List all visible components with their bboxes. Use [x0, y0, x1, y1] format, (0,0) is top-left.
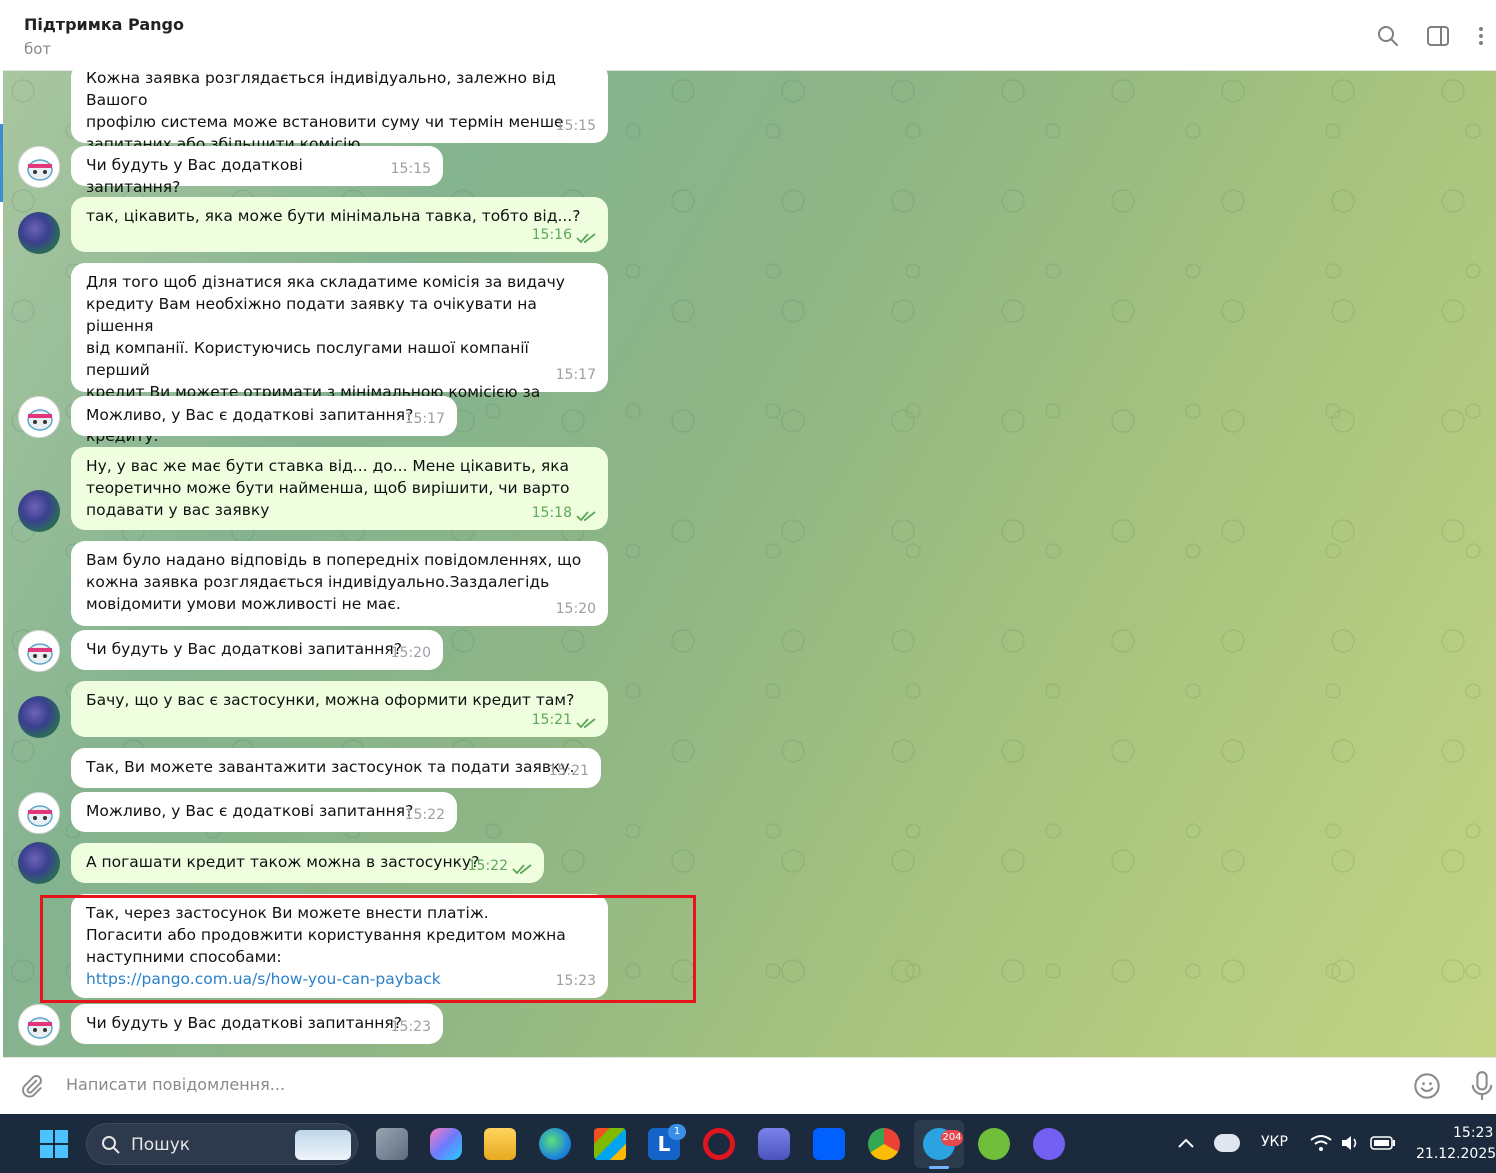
- task-view-icon[interactable]: [376, 1128, 408, 1160]
- teams-icon[interactable]: [758, 1128, 790, 1160]
- message-text: Так, Ви можете завантажити застосунок та…: [86, 758, 575, 776]
- message-bubble-outgoing[interactable]: Ну, у вас же має бути ставка від... до..…: [71, 447, 608, 530]
- user-avatar[interactable]: [18, 696, 60, 738]
- message-text: Бачу, що у вас є застосунки, можна оформ…: [86, 691, 575, 709]
- message-input[interactable]: Написати повідомлення...: [66, 1075, 285, 1094]
- opera-browser-icon[interactable]: [703, 1128, 735, 1160]
- message-text: Вам було надано відповідь в попередніх п…: [86, 551, 582, 613]
- message-time: 15:17: [404, 411, 445, 427]
- message-text: А погашати кредит також можна в застосун…: [86, 853, 480, 871]
- windows-start-icon[interactable]: [38, 1128, 70, 1160]
- message-bubble[interactable]: Так, Ви можете завантажити застосунок та…: [71, 748, 601, 788]
- utorrent-icon[interactable]: [978, 1128, 1010, 1160]
- message-text: Чи будуть у Вас додаткові запитання?: [86, 1014, 402, 1032]
- message-bubble-outgoing[interactable]: А погашати кредит також можна в застосун…: [71, 843, 544, 883]
- user-avatar[interactable]: [18, 490, 60, 532]
- message-time: 15:20: [555, 601, 596, 617]
- read-checkmarks-icon: [512, 864, 532, 875]
- clock-date[interactable]: 21.12.2025: [1416, 1146, 1496, 1162]
- taskbar-search-label: Пошук: [131, 1135, 191, 1155]
- attach-icon[interactable]: [19, 1073, 45, 1099]
- message-time: 15:23: [555, 973, 596, 989]
- user-avatar[interactable]: [18, 212, 60, 254]
- bot-avatar[interactable]: [18, 146, 60, 188]
- chat-list-selection-indicator: [0, 124, 3, 202]
- search-icon: [102, 1136, 120, 1154]
- message-bubble[interactable]: Чи будуть у Вас додаткові запитання? 15:…: [71, 146, 443, 196]
- emoji-icon[interactable]: [1413, 1072, 1441, 1100]
- message-bubble-outgoing[interactable]: Бачу, що у вас є застосунки, можна оформ…: [71, 681, 608, 737]
- sidebar-toggle-icon[interactable]: [1426, 24, 1450, 48]
- message-time: 15:15: [390, 161, 431, 177]
- microsoft-store-icon[interactable]: [594, 1128, 626, 1160]
- message-bubble[interactable]: Так, через застосунок Ви можете внести п…: [71, 894, 608, 998]
- message-text: Можливо, у Вас є додаткові запитання?: [86, 406, 414, 424]
- message-time: 15:21: [548, 763, 589, 779]
- bot-avatar[interactable]: [18, 1004, 60, 1046]
- message-bubble[interactable]: Вам було надано відповідь в попередніх п…: [71, 541, 608, 626]
- message-text: так, цікавить, яка може бути мінімальна …: [86, 207, 581, 225]
- bot-avatar[interactable]: [18, 630, 60, 672]
- message-time: 15:22: [404, 807, 445, 823]
- bot-avatar[interactable]: [18, 792, 60, 834]
- message-bubble[interactable]: Чи будуть у Вас додаткові запитання? 15:…: [71, 1004, 443, 1044]
- message-bubble[interactable]: Можливо, у Вас є додаткові запитання? 15…: [71, 792, 457, 832]
- message-text: Ну, у вас же має бути ставка від... до..…: [86, 457, 570, 519]
- message-time: 15:21: [531, 712, 572, 728]
- read-checkmarks-icon: [576, 233, 596, 244]
- chevron-up-icon[interactable]: [1177, 1136, 1195, 1150]
- wifi-icon[interactable]: [1310, 1134, 1332, 1152]
- message-text: Кожна заявка розглядається індивідуально…: [86, 69, 564, 153]
- more-vertical-icon[interactable]: [1469, 24, 1493, 48]
- app-l-badge: 1: [668, 1124, 686, 1140]
- windows-taskbar: Пошук L 1 204 УКР 15:23 21.12.2025: [0, 1114, 1496, 1173]
- message-time: 15:15: [555, 118, 596, 134]
- message-bubble[interactable]: Можливо, у Вас є додаткові запитання? 15…: [71, 396, 457, 436]
- message-composer: Написати повідомлення...: [3, 1057, 1496, 1114]
- user-avatar[interactable]: [18, 842, 60, 884]
- chat-subtitle: бот: [24, 40, 52, 58]
- keyboard-language[interactable]: УКР: [1261, 1134, 1288, 1150]
- dropbox-icon[interactable]: [813, 1128, 845, 1160]
- message-text: Чи будуть у Вас додаткові запитання?: [86, 156, 308, 196]
- message-time: 15:23: [390, 1019, 431, 1035]
- message-bubble[interactable]: Чи будуть у Вас додаткові запитання? 15:…: [71, 630, 443, 670]
- viber-icon[interactable]: [1033, 1128, 1065, 1160]
- message-text: Так, через застосунок Ви можете внести п…: [86, 904, 566, 966]
- clock-time[interactable]: 15:23: [1453, 1125, 1493, 1141]
- search-icon[interactable]: [1376, 24, 1400, 48]
- file-explorer-icon[interactable]: [484, 1128, 516, 1160]
- message-text: Можливо, у Вас є додаткові запитання?: [86, 802, 414, 820]
- edge-browser-icon[interactable]: [539, 1128, 571, 1160]
- taskbar-search[interactable]: Пошук: [86, 1123, 358, 1165]
- chrome-browser-icon[interactable]: [868, 1128, 900, 1160]
- read-checkmarks-icon: [576, 718, 596, 729]
- chat-title[interactable]: Підтримка Pango: [24, 15, 184, 34]
- active-app-indicator: [929, 1166, 949, 1169]
- message-time: 15:22: [467, 858, 508, 874]
- message-text: Чи будуть у Вас додаткові запитання?: [86, 640, 402, 658]
- battery-icon[interactable]: [1370, 1136, 1396, 1150]
- message-time: 15:18: [531, 505, 572, 521]
- volume-icon[interactable]: [1340, 1134, 1360, 1152]
- message-link[interactable]: https://pango.com.ua/s/how-you-can-payba…: [86, 968, 594, 990]
- bot-avatar[interactable]: [18, 396, 60, 438]
- message-bubble[interactable]: Для того щоб дізнатися яка складатиме ко…: [71, 263, 608, 445]
- message-time: 15:17: [555, 367, 596, 383]
- message-time: 15:20: [390, 645, 431, 661]
- message-bubble[interactable]: Кожна заявка розглядається індивідуально…: [71, 63, 608, 153]
- telegram-unread-badge: 204: [941, 1130, 963, 1146]
- message-time: 15:16: [531, 227, 572, 243]
- onedrive-icon[interactable]: [1214, 1134, 1240, 1152]
- chat-header: Підтримка Pango бот: [3, 0, 1496, 71]
- message-bubble-outgoing[interactable]: так, цікавить, яка може бути мінімальна …: [71, 197, 608, 252]
- read-checkmarks-icon: [576, 511, 596, 522]
- search-highlight-image: [295, 1130, 351, 1160]
- copilot-icon[interactable]: [430, 1128, 462, 1160]
- microphone-icon[interactable]: [1470, 1071, 1494, 1101]
